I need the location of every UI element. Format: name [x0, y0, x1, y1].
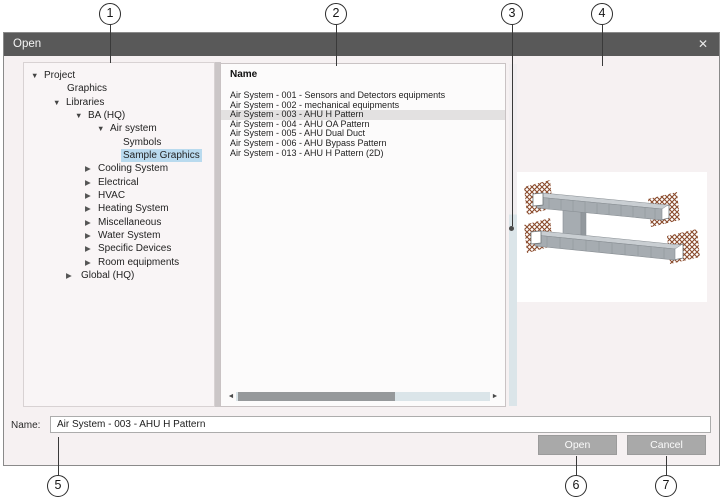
list-item[interactable]: Air System - 001 - Sensors and Detectors…	[221, 91, 505, 101]
list-item[interactable]: Air System - 002 - mechanical equipments	[221, 101, 505, 111]
close-icon[interactable]: ✕	[687, 33, 719, 56]
tree-item-label: Heating System	[98, 202, 169, 215]
callout-3: 3	[501, 3, 523, 25]
splitter-grip-dot	[509, 226, 514, 231]
tree-item[interactable]: ▶ Water System	[24, 229, 214, 242]
tree-item-label: BA (HQ)	[88, 109, 125, 122]
tree-item[interactable]: ▼ Libraries	[24, 96, 214, 109]
callout-line-7	[666, 456, 667, 475]
ahu-h-pattern-graphic	[517, 172, 707, 302]
horizontal-scrollbar[interactable]: ◄ ►	[226, 390, 500, 403]
callout-line-4	[602, 25, 603, 66]
callout-5: 5	[47, 475, 69, 497]
list-item[interactable]: Air System - 004 - AHU OA Pattern	[221, 120, 505, 130]
scroll-left-icon[interactable]: ◄	[226, 390, 236, 403]
collapsed-arrow-icon[interactable]: ▶	[66, 269, 72, 282]
tree-item-label: Electrical	[98, 176, 139, 189]
list-item[interactable]: Air System - 006 - AHU Bypass Pattern	[221, 139, 505, 149]
tree-item[interactable]: Graphics	[24, 82, 214, 95]
expanded-arrow-icon[interactable]: ▼	[53, 96, 60, 109]
tree-item[interactable]: ▶ HVAC	[24, 189, 214, 202]
collapsed-arrow-icon[interactable]: ▶	[85, 242, 91, 255]
tree-item[interactable]: ▶ Global (HQ)	[24, 269, 214, 282]
open-button[interactable]: Open	[538, 435, 617, 455]
name-input[interactable]	[50, 416, 711, 433]
callout-1: 1	[99, 3, 121, 25]
expanded-arrow-icon[interactable]: ▼	[31, 69, 38, 82]
scrollbar-thumb[interactable]	[238, 392, 395, 401]
dialog-title: Open	[13, 33, 41, 56]
collapsed-arrow-icon[interactable]: ▶	[85, 229, 91, 242]
open-dialog: Open ✕ ▼ProjectGraphics▼Libraries▼BA (HQ…	[3, 32, 720, 466]
tree-item-label: Project	[44, 69, 75, 82]
dialog-titlebar[interactable]: Open ✕	[4, 33, 719, 56]
collapsed-arrow-icon[interactable]: ▶	[85, 176, 91, 189]
collapsed-arrow-icon[interactable]: ▶	[85, 189, 91, 202]
preview-image	[517, 172, 707, 302]
collapsed-arrow-icon[interactable]: ▶	[85, 256, 91, 269]
tree-item[interactable]: ▼ Air system	[24, 122, 214, 135]
list-item[interactable]: Air System - 005 - AHU Dual Duct	[221, 129, 505, 139]
callout-line-5	[58, 437, 59, 475]
tree-item-label: HVAC	[98, 189, 125, 202]
tree-item[interactable]: ▶ Electrical	[24, 176, 214, 189]
collapsed-arrow-icon[interactable]: ▶	[85, 202, 91, 215]
collapsed-arrow-icon[interactable]: ▶	[85, 162, 91, 175]
callout-line-3	[512, 25, 513, 226]
cancel-button[interactable]: Cancel	[627, 435, 706, 455]
tree-item-label: Libraries	[66, 96, 104, 109]
scroll-right-icon[interactable]: ►	[490, 390, 500, 403]
callout-line-6	[576, 456, 577, 475]
tree-item-label: Sample Graphics	[121, 149, 202, 162]
tree-item-label: Water System	[98, 229, 160, 242]
list-item[interactable]: Air System - 013 - AHU H Pattern (2D)	[221, 149, 505, 159]
expanded-arrow-icon[interactable]: ▼	[75, 109, 82, 122]
tree-item-label: Symbols	[123, 136, 161, 149]
tree-item[interactable]: ▶ Heating System	[24, 202, 214, 215]
callout-4: 4	[591, 3, 613, 25]
list-item[interactable]: Air System - 003 - AHU H Pattern	[221, 110, 505, 120]
list-items-container: Air System - 001 - Sensors and Detectors…	[221, 91, 505, 158]
tree-item-label: Room equipments	[98, 256, 179, 269]
preview-splitter-handle[interactable]	[509, 64, 517, 406]
collapsed-arrow-icon[interactable]: ▶	[85, 216, 91, 229]
library-tree-panel: ▼ProjectGraphics▼Libraries▼BA (HQ)▼Air s…	[23, 62, 215, 407]
tree-item-label: Specific Devices	[98, 242, 171, 255]
tree-item[interactable]: ▼ Project	[24, 69, 214, 82]
tree-item[interactable]: ▶ Miscellaneous	[24, 216, 214, 229]
page: Open ✕ ▼ProjectGraphics▼Libraries▼BA (HQ…	[0, 0, 725, 500]
graphics-list-panel: Name Air System - 001 - Sensors and Dete…	[220, 63, 506, 407]
tree-item[interactable]: Sample Graphics	[24, 149, 214, 162]
tree-item-label: Global (HQ)	[81, 269, 134, 282]
expanded-arrow-icon[interactable]: ▼	[97, 122, 104, 135]
tree-item-label: Graphics	[67, 82, 107, 95]
tree-item[interactable]: ▶ Room equipments	[24, 256, 214, 269]
tree-item-label: Cooling System	[98, 162, 168, 175]
tree-item[interactable]: Symbols	[24, 136, 214, 149]
tree-item-label: Air system	[110, 122, 157, 135]
tree-item[interactable]: ▼ BA (HQ)	[24, 109, 214, 122]
scrollbar-track[interactable]	[236, 392, 490, 401]
callout-2: 2	[325, 3, 347, 25]
list-column-header-name: Name	[221, 64, 505, 86]
name-field-label: Name:	[11, 417, 40, 434]
callout-line-1	[110, 25, 111, 63]
callout-6: 6	[565, 475, 587, 497]
tree-item[interactable]: ▶ Specific Devices	[24, 242, 214, 255]
tree-item-label: Miscellaneous	[98, 216, 161, 229]
callout-line-2	[336, 25, 337, 66]
callout-7: 7	[655, 475, 677, 497]
tree-item[interactable]: ▶ Cooling System	[24, 162, 214, 175]
